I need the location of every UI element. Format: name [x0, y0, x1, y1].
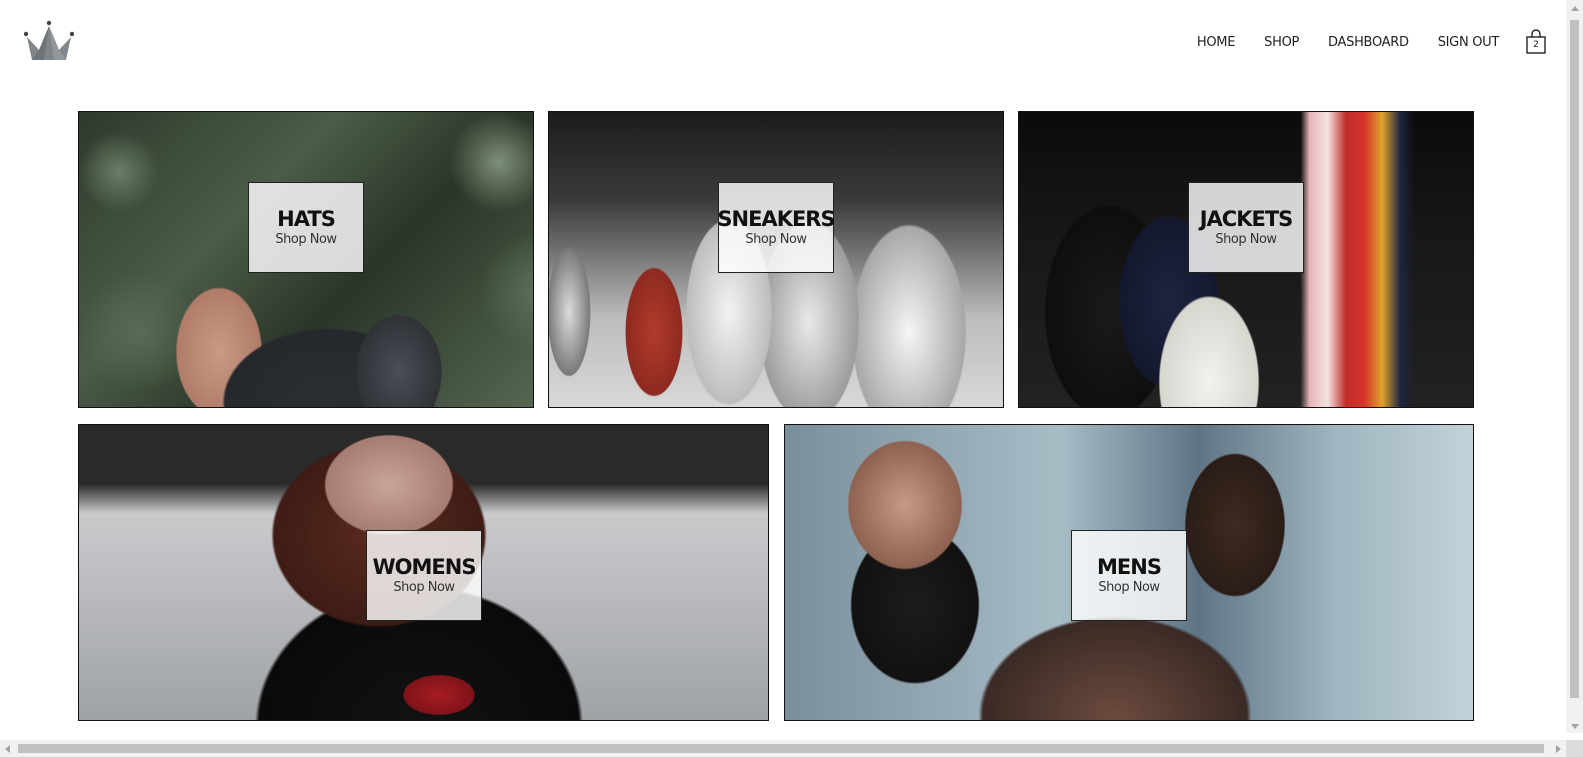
main-nav: HOME SHOP DASHBOARD SIGN OUT 2 [1168, 29, 1547, 55]
nav-dashboard-link[interactable]: DASHBOARD [1328, 35, 1409, 50]
horizontal-scrollbar[interactable] [0, 740, 1583, 757]
category-tile-mens[interactable]: MENS Shop Now [784, 424, 1474, 721]
nav-sign-out-link[interactable]: SIGN OUT [1438, 35, 1500, 50]
logo-link[interactable] [23, 20, 75, 62]
category-label-box: WOMENS Shop Now [366, 530, 482, 621]
category-title: WOMENS [372, 554, 477, 579]
shop-now-link[interactable]: Shop Now [1215, 232, 1277, 247]
category-title: HATS [277, 206, 336, 231]
vertical-scroll-thumb[interactable] [1570, 20, 1579, 698]
scroll-up-icon[interactable] [1571, 6, 1579, 11]
category-tile-womens[interactable]: WOMENS Shop Now [78, 424, 769, 721]
crown-icon [23, 20, 75, 60]
shop-now-link[interactable]: Shop Now [393, 580, 455, 595]
cart-count: 2 [1533, 40, 1539, 50]
horizontal-scroll-thumb[interactable] [18, 744, 1544, 753]
scroll-down-icon[interactable] [1571, 724, 1579, 729]
category-tile-hats[interactable]: HATS Shop Now [78, 111, 534, 408]
shop-now-link[interactable]: Shop Now [275, 232, 337, 247]
nav-home-link[interactable]: HOME [1197, 35, 1236, 50]
vertical-scrollbar[interactable] [1566, 0, 1583, 733]
nav-shop-link[interactable]: SHOP [1264, 35, 1299, 50]
category-title: JACKETS [1199, 206, 1294, 231]
category-tile-sneakers[interactable]: SNEAKERS Shop Now [548, 111, 1004, 408]
category-label-box: HATS Shop Now [248, 182, 364, 273]
shop-now-link[interactable]: Shop Now [745, 232, 807, 247]
cart-button[interactable]: 2 [1525, 29, 1547, 55]
category-label-box: JACKETS Shop Now [1188, 182, 1304, 273]
scroll-right-icon[interactable] [1556, 745, 1561, 753]
shop-now-link[interactable]: Shop Now [1098, 580, 1160, 595]
category-label-box: MENS Shop Now [1071, 530, 1187, 621]
category-title: SNEAKERS [717, 206, 835, 231]
scrollbar-corner [1566, 740, 1583, 757]
scroll-left-icon[interactable] [5, 745, 10, 753]
category-tile-jackets[interactable]: JACKETS Shop Now [1018, 111, 1474, 408]
category-title: MENS [1097, 554, 1162, 579]
category-label-box: SNEAKERS Shop Now [717, 182, 836, 273]
